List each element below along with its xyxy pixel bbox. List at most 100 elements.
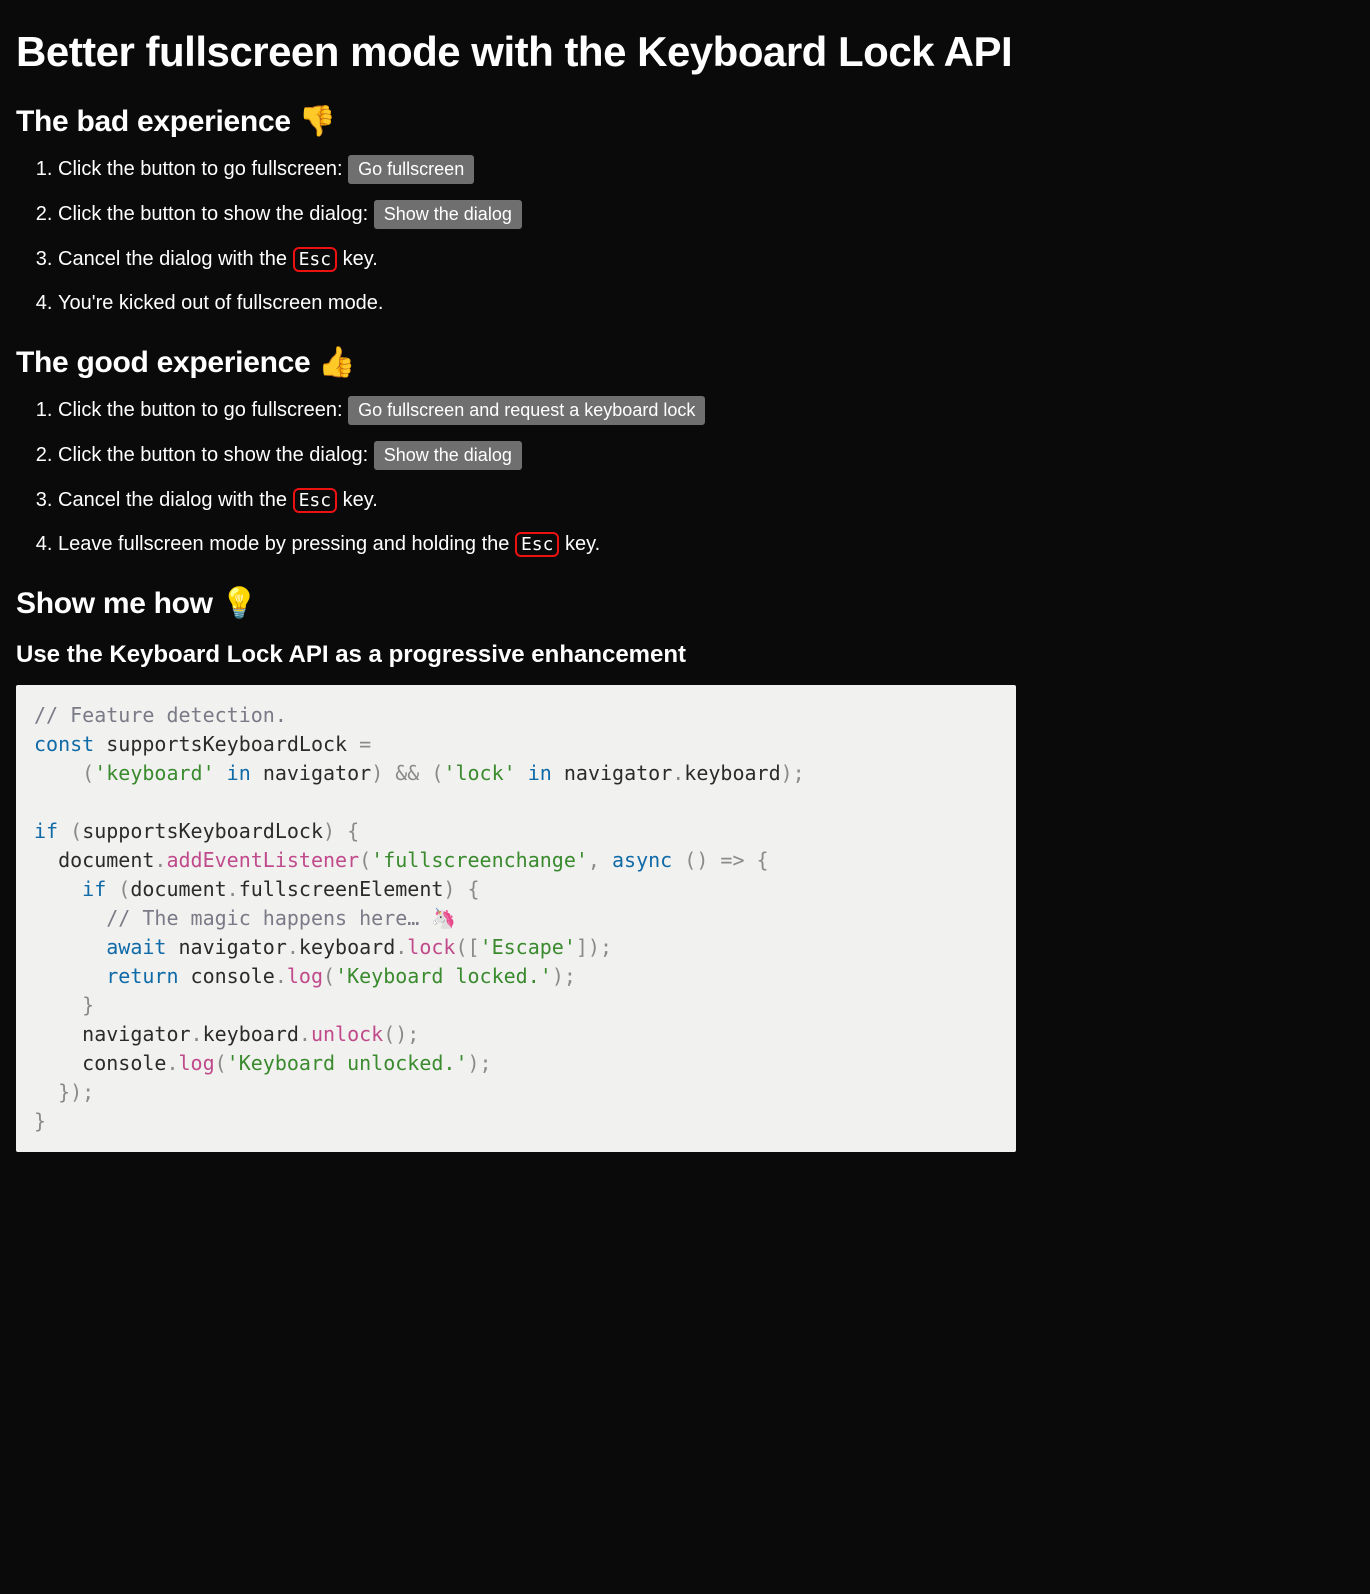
- code-token: async: [612, 848, 672, 872]
- code-token: );: [468, 1051, 492, 1075]
- code-token: (: [323, 964, 335, 988]
- code-token: [166, 935, 178, 959]
- code-token: (: [106, 877, 130, 901]
- code-token: (: [58, 819, 82, 843]
- code-comment: // The magic happens here… 🦄: [34, 906, 456, 930]
- code-token: });: [34, 1080, 94, 1104]
- list-item: Leave fullscreen mode by pressing and ho…: [58, 530, 1016, 558]
- code-token: if: [34, 877, 106, 901]
- list-item: Cancel the dialog with the Esc key.: [58, 486, 1016, 514]
- code-token: 'keyboard': [94, 761, 214, 785]
- code-token: 'Keyboard locked.': [335, 964, 552, 988]
- code-token: .: [395, 935, 407, 959]
- code-token: supportsKeyboardLock: [82, 819, 323, 843]
- step-text: key.: [337, 248, 378, 270]
- code-token: navigator: [179, 935, 287, 959]
- esc-key: Esc: [515, 532, 560, 557]
- code-token: (: [359, 848, 371, 872]
- code-token: .: [191, 1022, 203, 1046]
- code-token: await: [34, 935, 166, 959]
- code-token: ]);: [576, 935, 612, 959]
- code-token: keyboard: [299, 935, 395, 959]
- list-item: You're kicked out of fullscreen mode.: [58, 289, 1016, 317]
- code-token: }: [34, 993, 94, 1017]
- code-token: log: [287, 964, 323, 988]
- code-token: in: [215, 761, 263, 785]
- show-dialog-button[interactable]: Show the dialog: [374, 441, 522, 470]
- code-token: ) && (: [371, 761, 443, 785]
- code-token: addEventListener: [166, 848, 359, 872]
- code-token: navigator: [34, 1022, 191, 1046]
- list-item: Click the button to go fullscreen: Go fu…: [58, 396, 1016, 425]
- code-token: .: [299, 1022, 311, 1046]
- code-token: ) {: [323, 819, 359, 843]
- good-experience-heading: The good experience 👍: [16, 345, 1016, 380]
- code-token: ,: [588, 848, 612, 872]
- code-token: navigator: [263, 761, 371, 785]
- code-token: .: [287, 935, 299, 959]
- code-token: 'Escape': [480, 935, 576, 959]
- show-dialog-button[interactable]: Show the dialog: [374, 200, 522, 229]
- code-token: unlock: [311, 1022, 383, 1046]
- good-experience-list: Click the button to go fullscreen: Go fu…: [16, 396, 1016, 558]
- step-text: key.: [559, 533, 600, 555]
- step-text: Click the button to show the dialog:: [58, 444, 374, 466]
- code-token: supportsKeyboardLock: [106, 732, 347, 756]
- code-token: console: [34, 1051, 166, 1075]
- list-item: Cancel the dialog with the Esc key.: [58, 245, 1016, 273]
- code-token: 'Keyboard unlocked.': [227, 1051, 468, 1075]
- show-me-how-heading: Show me how 💡: [16, 586, 1016, 621]
- code-token: (: [34, 761, 94, 785]
- step-text: Click the button to go fullscreen:: [58, 158, 348, 180]
- code-token: .: [672, 761, 684, 785]
- code-token: =: [347, 732, 371, 756]
- code-token: ();: [383, 1022, 419, 1046]
- esc-key: Esc: [293, 488, 338, 513]
- code-token: if: [34, 819, 58, 843]
- step-text: Click the button to show the dialog:: [58, 203, 374, 225]
- step-text: Click the button to go fullscreen:: [58, 399, 348, 421]
- page-title: Better fullscreen mode with the Keyboard…: [16, 28, 1016, 76]
- code-token: .: [154, 848, 166, 872]
- use-api-subheading: Use the Keyboard Lock API as a progressi…: [16, 641, 1016, 669]
- code-token: log: [179, 1051, 215, 1075]
- code-token: .: [166, 1051, 178, 1075]
- code-token: navigator: [564, 761, 672, 785]
- code-token: ([: [455, 935, 479, 959]
- code-token: [179, 964, 191, 988]
- code-token: 'fullscreenchange': [371, 848, 588, 872]
- list-item: Click the button to go fullscreen: Go fu…: [58, 155, 1016, 184]
- code-block: // Feature detection. const supportsKeyb…: [16, 685, 1016, 1152]
- code-token: .: [227, 877, 239, 901]
- step-text: Cancel the dialog with the: [58, 489, 293, 511]
- go-fullscreen-lock-button[interactable]: Go fullscreen and request a keyboard loc…: [348, 396, 705, 425]
- code-token: );: [552, 964, 576, 988]
- code-token: fullscreenElement: [239, 877, 444, 901]
- bad-experience-heading: The bad experience 👎: [16, 104, 1016, 139]
- list-item: Click the button to show the dialog: Sho…: [58, 200, 1016, 229]
- step-text: Leave fullscreen mode by pressing and ho…: [58, 533, 515, 555]
- bad-experience-list: Click the button to go fullscreen: Go fu…: [16, 155, 1016, 317]
- code-token: document: [130, 877, 226, 901]
- code-token: const: [34, 732, 94, 756]
- step-text: Cancel the dialog with the: [58, 248, 293, 270]
- code-token: );: [781, 761, 805, 785]
- code-token: console: [191, 964, 275, 988]
- code-token: keyboard: [684, 761, 780, 785]
- list-item: Click the button to show the dialog: Sho…: [58, 441, 1016, 470]
- code-token: document: [34, 848, 154, 872]
- code-token: (: [215, 1051, 227, 1075]
- code-comment: // Feature detection.: [34, 703, 287, 727]
- code-token: in: [516, 761, 564, 785]
- code-token: }: [34, 1109, 46, 1133]
- step-text: key.: [337, 489, 378, 511]
- code-token: .: [275, 964, 287, 988]
- code-token: return: [34, 964, 179, 988]
- code-token: ) {: [443, 877, 479, 901]
- esc-key: Esc: [293, 247, 338, 272]
- code-token: lock: [407, 935, 455, 959]
- code-token: () => {: [672, 848, 768, 872]
- code-token: keyboard: [203, 1022, 299, 1046]
- code-token: 'lock': [443, 761, 515, 785]
- go-fullscreen-button[interactable]: Go fullscreen: [348, 155, 474, 184]
